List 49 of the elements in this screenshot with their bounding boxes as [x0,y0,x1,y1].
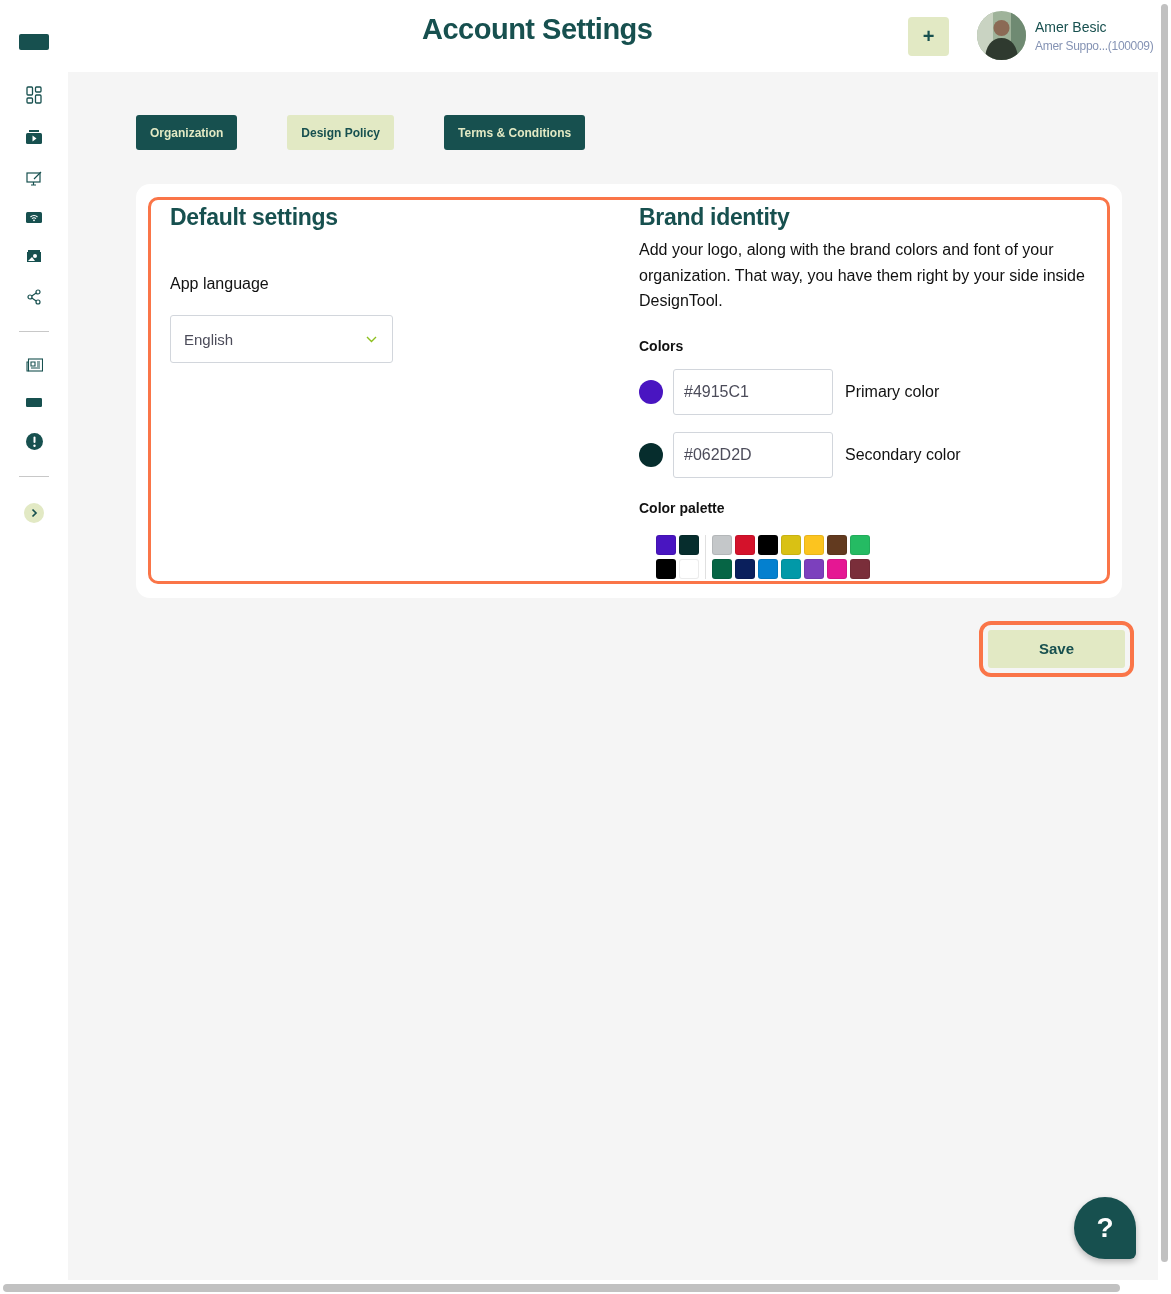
color-swatch[interactable] [656,534,676,555]
color-swatch[interactable] [804,534,824,555]
tab[interactable]: Terms & Conditions [444,115,586,150]
alert-icon[interactable] [25,433,43,450]
palette-label: Color palette [639,499,725,516]
help-button[interactable]: ? [1074,1197,1136,1259]
field-label: App language [170,275,269,293]
section-title: Default settings [170,204,338,231]
color-label: Secondary color [845,445,961,464]
color-swatch[interactable] [758,558,778,579]
user-name: Amer Besic [1035,18,1108,35]
newspaper-icon[interactable] [25,358,43,372]
tab[interactable]: Organization [136,115,238,150]
color-swatch[interactable] [804,558,824,579]
save-button[interactable]: Save [988,629,1125,668]
share-icon[interactable] [27,289,41,305]
monitor-edit-icon[interactable] [25,170,43,186]
color-swatch[interactable] [850,558,870,579]
color-swatch[interactable] [735,558,755,579]
color-swatch[interactable] [712,558,732,579]
user-organization: Amer Suppo...(100009) [1035,38,1154,53]
color-input[interactable]: #4915C1 [673,368,833,415]
tab[interactable]: Design Policy [287,115,395,150]
color-swatch[interactable] [781,558,801,579]
dashboard-icon[interactable] [26,86,42,104]
scrollbar[interactable] [1161,4,1168,1262]
wifi-icon[interactable] [26,212,42,223]
language-dropdown[interactable]: English [170,315,393,363]
add-button[interactable]: + [908,17,949,56]
page-title: Account Settings [422,13,653,46]
color-input[interactable]: #062D2D [673,431,833,478]
color-swatch[interactable] [712,534,732,555]
color-label: Primary color [845,382,940,401]
color-swatch[interactable] [735,534,755,555]
colors-label: Colors [639,337,684,354]
color-swatch[interactable] [758,534,778,555]
color-swatch[interactable] [827,558,847,579]
photo-icon[interactable] [26,249,42,263]
color-swatch[interactable] [827,534,847,555]
description-text: Add your logo, along with the brand colors and font of your organization. That way, you have them right by your side inside DesignTool. [639,240,1086,311]
section-title: Brand identity [639,204,790,231]
scrollbar[interactable] [3,1284,1120,1292]
chevron-down-icon [366,335,377,343]
color-swatch[interactable] [679,534,699,555]
color-swatch[interactable] [656,558,676,579]
color-swatch[interactable] [781,534,801,555]
video-icon[interactable] [26,130,42,144]
expand-icon[interactable] [24,503,44,523]
color-swatch[interactable] [850,534,870,555]
